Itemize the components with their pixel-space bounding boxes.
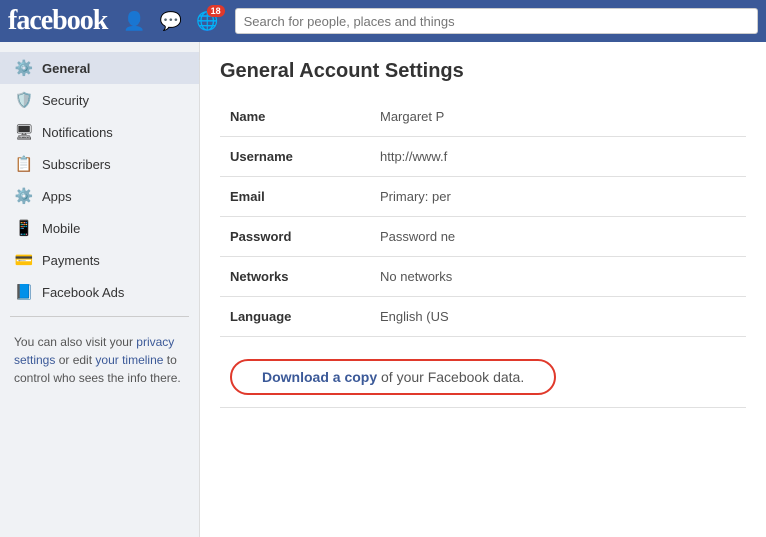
setting-value-language: English (US	[370, 297, 746, 337]
setting-label-networks: Networks	[220, 257, 370, 297]
sidebar-item-label-mobile: Mobile	[42, 221, 80, 236]
topbar: facebook 👤 💬 🌐 18	[0, 0, 766, 42]
sidebar-item-apps[interactable]: ⚙️ Apps	[0, 180, 199, 212]
sidebar: ⚙️ General 🛡️ Security 🖥 Notifications 📋 Subscr…	[0, 42, 200, 537]
download-row: Download a copy of your Facebook data.	[220, 337, 746, 408]
sidebar-item-label-security: Security	[42, 93, 89, 108]
sidebar-item-mobile[interactable]: 📱 Mobile	[0, 212, 199, 244]
search-input[interactable]	[235, 8, 758, 34]
download-copy-link[interactable]: Download a copy	[262, 369, 377, 385]
sidebar-item-subscribers[interactable]: 📋 Subscribers	[0, 148, 199, 180]
sidebar-footer-text2: or edit	[55, 353, 95, 367]
sidebar-footer: You can also visit your privacy settings…	[0, 325, 199, 395]
content-area: General Account Settings NameMargaret PU…	[200, 42, 766, 537]
apps-icon: ⚙️	[14, 187, 34, 205]
security-icon: 🛡️	[14, 91, 34, 109]
setting-label-password: Password	[220, 217, 370, 257]
table-row: NetworksNo networks	[220, 257, 746, 297]
sidebar-item-label-facebook-ads: Facebook Ads	[42, 285, 124, 300]
table-row: NameMargaret P	[220, 97, 746, 137]
main-layout: ⚙️ General 🛡️ Security 🖥 Notifications 📋 Subscr…	[0, 42, 766, 537]
facebook-logo: facebook	[8, 5, 107, 37]
download-copy-suffix: of your Facebook data.	[377, 369, 524, 385]
setting-value-networks: No networks	[370, 257, 746, 297]
sidebar-item-general[interactable]: ⚙️ General	[0, 52, 199, 84]
setting-label-name: Name	[220, 97, 370, 137]
table-row: EmailPrimary: per	[220, 177, 746, 217]
general-icon: ⚙️	[14, 59, 34, 77]
table-row: LanguageEnglish (US	[220, 297, 746, 337]
timeline-link[interactable]: your timeline	[95, 353, 163, 367]
sidebar-item-label-notifications: Notifications	[42, 125, 113, 140]
sidebar-footer-text1: You can also visit your	[14, 335, 136, 349]
sidebar-item-label-payments: Payments	[42, 253, 100, 268]
facebook-ads-icon: 📘	[14, 283, 34, 301]
sidebar-item-notifications[interactable]: 🖥 Notifications	[0, 116, 199, 148]
notifications-icon: 🖥	[14, 123, 34, 141]
setting-label-language: Language	[220, 297, 370, 337]
sidebar-item-security[interactable]: 🛡️ Security	[0, 84, 199, 116]
setting-value-username: http://www.f	[370, 137, 746, 177]
mobile-icon: 📱	[14, 219, 34, 237]
page-title: General Account Settings	[220, 60, 746, 83]
payments-icon: 💳	[14, 251, 34, 269]
notification-badge: 18	[207, 5, 225, 17]
download-copy-container: Download a copy of your Facebook data.	[230, 359, 556, 395]
sidebar-item-facebook-ads[interactable]: 📘 Facebook Ads	[0, 276, 199, 308]
setting-label-username: Username	[220, 137, 370, 177]
sidebar-item-payments[interactable]: 💳 Payments	[0, 244, 199, 276]
table-row: PasswordPassword ne	[220, 217, 746, 257]
friends-icon[interactable]: 👤	[119, 7, 149, 36]
setting-value-password: Password ne	[370, 217, 746, 257]
subscribers-icon: 📋	[14, 155, 34, 173]
settings-table: NameMargaret PUsernamehttp://www.fEmailP…	[220, 97, 746, 408]
sidebar-item-label-apps: Apps	[42, 189, 72, 204]
setting-value-email: Primary: per	[370, 177, 746, 217]
sidebar-item-label-general: General	[42, 61, 90, 76]
setting-label-email: Email	[220, 177, 370, 217]
sidebar-divider	[10, 316, 189, 317]
table-row: Usernamehttp://www.f	[220, 137, 746, 177]
sidebar-item-label-subscribers: Subscribers	[42, 157, 111, 172]
setting-value-name: Margaret P	[370, 97, 746, 137]
messages-icon[interactable]: 💬	[156, 7, 186, 36]
notifications-icon[interactable]: 🌐 18	[192, 7, 222, 36]
